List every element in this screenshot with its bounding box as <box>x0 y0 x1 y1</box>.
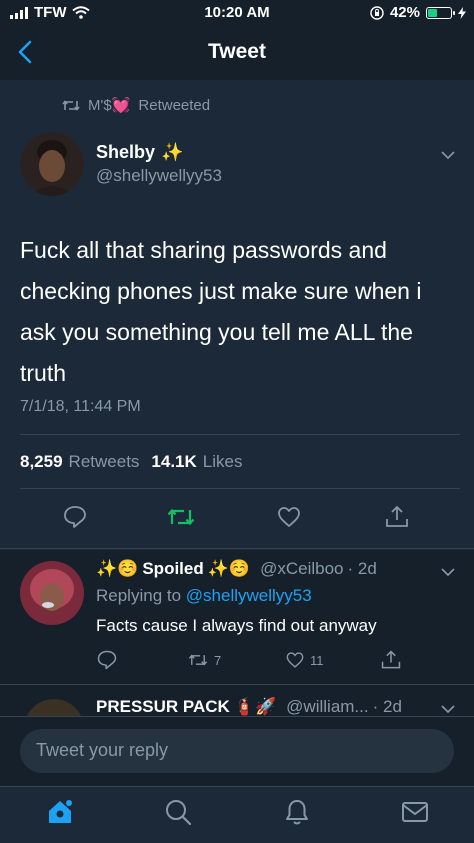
tweet-options-caret-icon[interactable] <box>440 150 456 160</box>
reply-header: ✨☺️ Spoiled ✨☺️ @xCeilboo · 2d <box>96 559 377 579</box>
tweet-text: Fuck all that sharing passwords and chec… <box>20 237 422 386</box>
reply-like-count: 11 <box>310 652 324 668</box>
tab-bar <box>0 786 474 843</box>
author-name[interactable]: Shelby <box>96 142 155 163</box>
reply-handle[interactable]: @xCeilboo <box>260 559 343 579</box>
battery-percent: 42% <box>389 4 420 21</box>
reply-handle[interactable]: @william... <box>286 697 368 716</box>
likes-count[interactable]: 14.1K <box>151 452 196 472</box>
reply-name[interactable]: PRESSUR PACK <box>96 697 230 716</box>
reply-icon[interactable] <box>96 649 118 671</box>
reply-text: Facts cause I always find out anyway <box>96 616 377 635</box>
reply-header: PRESSUR PACK 🧯🚀 @william... · 2d <box>96 697 402 716</box>
reply-name[interactable]: Spoiled <box>142 559 203 579</box>
notifications-bell-icon[interactable] <box>282 797 312 827</box>
reply-like-action[interactable]: 11 <box>284 650 324 670</box>
author-handle[interactable]: @shellywellyy53 <box>96 166 222 186</box>
search-icon[interactable] <box>163 797 193 827</box>
share-icon[interactable] <box>380 649 402 671</box>
reply-avatar[interactable] <box>20 561 84 625</box>
reply-name-prefix: ✨☺️ <box>96 559 139 578</box>
reply-item[interactable]: ✨☺️ Spoiled ✨☺️ @xCeilboo · 2d Replying … <box>0 549 474 684</box>
replying-to-label: Replying to <box>96 586 182 605</box>
status-right: 42% <box>370 4 466 21</box>
reply-retweet-action[interactable]: 7 <box>186 651 221 669</box>
reply-name-suffix: ✨☺️ <box>207 559 251 578</box>
retweeter-emoji: 💓 <box>111 97 131 114</box>
compose-bar: Tweet your reply <box>0 716 474 786</box>
retweets-count[interactable]: 8,259 <box>20 452 63 472</box>
retweets-label[interactable]: Retweets <box>69 452 140 472</box>
replying-to-line: Replying to @shellywellyy53 <box>96 586 312 606</box>
battery-icon <box>426 6 455 19</box>
reply-time: · 2d <box>372 697 402 716</box>
charging-bolt-icon <box>458 6 466 19</box>
tweet-timestamp: 7/1/18, 11:44 PM <box>20 398 141 415</box>
author-avatar[interactable] <box>20 132 84 196</box>
page-title: Tweet <box>208 40 266 63</box>
reply-name-suffix: 🧯🚀 <box>233 697 277 716</box>
home-icon[interactable] <box>45 797 75 827</box>
reply-retweet-count: 7 <box>214 652 222 668</box>
reply-time: · 2d <box>347 559 377 578</box>
reply-options-caret-icon[interactable] <box>440 704 456 714</box>
messages-envelope-icon[interactable] <box>400 797 430 827</box>
retweeted-label: Retweeted <box>138 96 211 114</box>
retweet-button-icon[interactable] <box>166 504 196 530</box>
retweeted-by-row: M'$💓 Retweeted <box>62 96 210 114</box>
nav-bar: Tweet <box>0 26 474 80</box>
status-bar: TFW 10:20 AM 42% <box>0 0 474 26</box>
likes-label[interactable]: Likes <box>203 452 243 472</box>
retweeter-name[interactable]: M'$ <box>88 97 112 114</box>
divider <box>20 488 460 489</box>
orientation-lock-icon <box>370 5 384 20</box>
main-tweet: M'$💓 Retweeted Shelby ✨ @shellywellyy53 … <box>0 80 474 550</box>
share-icon[interactable] <box>384 504 410 530</box>
author-name-row[interactable]: Shelby ✨ <box>96 142 183 163</box>
replying-to-handle[interactable]: @shellywellyy53 <box>186 586 312 605</box>
reply-avatar[interactable] <box>24 699 84 716</box>
reply-item[interactable]: PRESSUR PACK 🧯🚀 @william... · 2d <box>0 685 474 716</box>
author-emoji: ✨ <box>161 142 184 162</box>
like-heart-icon[interactable] <box>276 504 302 530</box>
tweet-stats: 8,259 Retweets 14.1K Likes <box>20 452 242 472</box>
like-heart-icon <box>286 652 304 668</box>
retweet-icon <box>188 654 208 666</box>
reply-compose-input[interactable]: Tweet your reply <box>20 729 454 773</box>
divider <box>20 434 460 435</box>
reply-icon[interactable] <box>62 504 88 530</box>
retweet-icon <box>62 99 80 111</box>
reply-options-caret-icon[interactable] <box>440 567 456 577</box>
